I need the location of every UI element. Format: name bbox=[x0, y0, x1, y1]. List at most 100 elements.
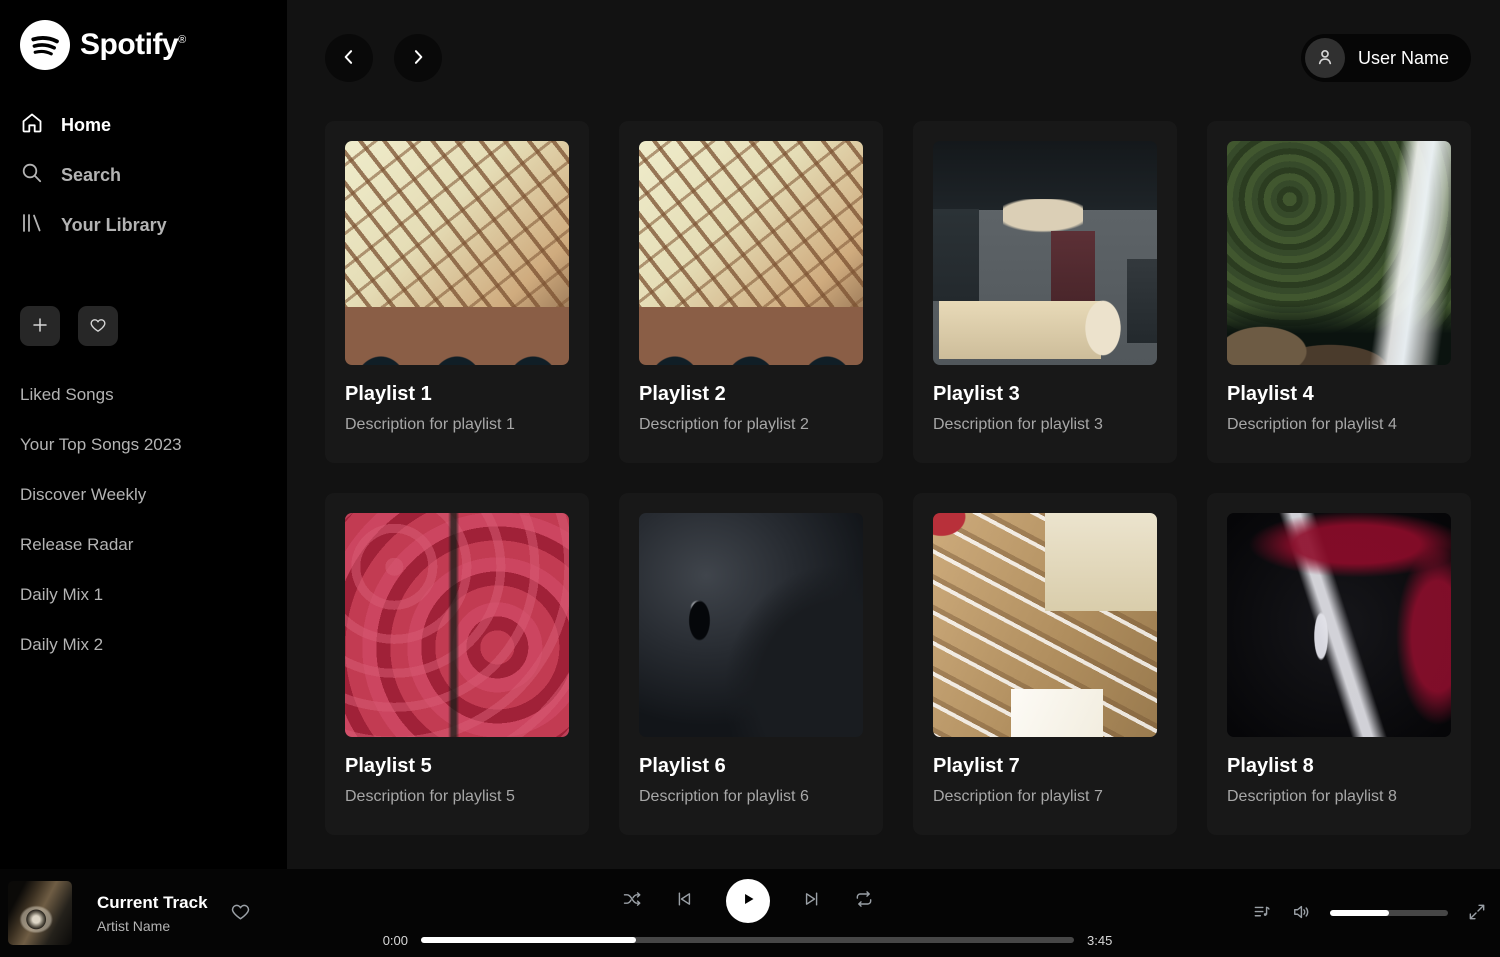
repeat-button[interactable] bbox=[854, 889, 874, 912]
play-icon bbox=[737, 888, 759, 913]
playlist-link-discover-weekly[interactable]: Discover Weekly bbox=[20, 470, 267, 520]
playlist-link-daily-mix-2[interactable]: Daily Mix 2 bbox=[20, 620, 267, 670]
track-meta: Current Track Artist Name bbox=[97, 893, 208, 934]
playlist-description: Description for playlist 8 bbox=[1227, 788, 1451, 806]
sidebar: Spotify® Home Search Your Library bbox=[0, 0, 287, 869]
next-track-button[interactable] bbox=[802, 889, 822, 912]
registered-mark: ® bbox=[178, 34, 186, 46]
total-time: 3:45 bbox=[1087, 933, 1123, 948]
progress-bar[interactable] bbox=[421, 937, 1074, 943]
playlist-grid: Playlist 1 Description for playlist 1 Pl… bbox=[325, 121, 1471, 835]
playlist-title: Playlist 6 bbox=[639, 755, 863, 778]
liked-songs-button[interactable] bbox=[78, 306, 118, 346]
playlist-title: Playlist 3 bbox=[933, 383, 1157, 406]
back-button[interactable] bbox=[325, 34, 373, 82]
forward-button[interactable] bbox=[394, 34, 442, 82]
volume-icon bbox=[1291, 902, 1311, 925]
track-artist: Artist Name bbox=[97, 918, 208, 934]
playlist-card-4[interactable]: Playlist 4 Description for playlist 4 bbox=[1207, 121, 1471, 463]
fullscreen-icon bbox=[1467, 902, 1487, 925]
home-icon bbox=[20, 111, 44, 140]
heart-icon bbox=[230, 910, 251, 925]
sidebar-item-home[interactable]: Home bbox=[20, 100, 267, 150]
user-name-label: User Name bbox=[1358, 48, 1449, 69]
volume-slider[interactable] bbox=[1330, 910, 1448, 916]
chevron-left-icon bbox=[339, 47, 359, 70]
queue-icon bbox=[1252, 902, 1272, 925]
playlist-card-1[interactable]: Playlist 1 Description for playlist 1 bbox=[325, 121, 589, 463]
volume-button[interactable] bbox=[1291, 902, 1311, 925]
playlist-description: Description for playlist 5 bbox=[345, 788, 569, 806]
history-nav bbox=[325, 34, 442, 82]
playlist-cover-art bbox=[345, 141, 569, 365]
playlist-card-8[interactable]: Playlist 8 Description for playlist 8 bbox=[1207, 493, 1471, 835]
main-content: User Name Playlist 1 Description for pla… bbox=[287, 0, 1500, 869]
sidebar-actions bbox=[20, 306, 267, 346]
create-playlist-button[interactable] bbox=[20, 306, 60, 346]
playlist-cover-art bbox=[639, 513, 863, 737]
playlist-cover-art bbox=[933, 513, 1157, 737]
playlist-title: Playlist 5 bbox=[345, 755, 569, 778]
sidebar-item-search[interactable]: Search bbox=[20, 150, 267, 200]
track-artwork bbox=[8, 881, 72, 945]
repeat-icon bbox=[854, 889, 874, 912]
player-right-controls bbox=[1157, 902, 1487, 925]
playlist-card-3[interactable]: Playlist 3 Description for playlist 3 bbox=[913, 121, 1177, 463]
volume-fill bbox=[1330, 910, 1389, 916]
playback-controls: 0:00 3:45 bbox=[372, 879, 1123, 948]
playlist-description: Description for playlist 7 bbox=[933, 788, 1157, 806]
library-icon bbox=[20, 211, 44, 240]
sidebar-nav: Home Search Your Library bbox=[20, 100, 267, 250]
previous-track-button[interactable] bbox=[674, 889, 694, 912]
playlist-card-5[interactable]: Playlist 5 Description for playlist 5 bbox=[325, 493, 589, 835]
queue-button[interactable] bbox=[1252, 902, 1272, 925]
chevron-right-icon bbox=[408, 47, 428, 70]
like-track-button[interactable] bbox=[230, 901, 251, 925]
avatar bbox=[1305, 38, 1345, 78]
playlist-link-liked-songs[interactable]: Liked Songs bbox=[20, 370, 267, 420]
fullscreen-button[interactable] bbox=[1467, 902, 1487, 925]
playlist-card-6[interactable]: Playlist 6 Description for playlist 6 bbox=[619, 493, 883, 835]
track-title: Current Track bbox=[97, 893, 208, 913]
sidebar-playlists: Liked Songs Your Top Songs 2023 Discover… bbox=[20, 370, 267, 670]
spotify-logo[interactable]: Spotify® bbox=[20, 20, 267, 70]
current-time: 0:00 bbox=[372, 933, 408, 948]
progress-fill bbox=[421, 937, 636, 943]
playlist-cover-art bbox=[639, 141, 863, 365]
playlist-title: Playlist 8 bbox=[1227, 755, 1451, 778]
playlist-cover-art bbox=[345, 513, 569, 737]
playlist-title: Playlist 7 bbox=[933, 755, 1157, 778]
play-button[interactable] bbox=[726, 879, 770, 923]
playlist-card-7[interactable]: Playlist 7 Description for playlist 7 bbox=[913, 493, 1177, 835]
playlist-title: Playlist 2 bbox=[639, 383, 863, 406]
player-bar: Current Track Artist Name bbox=[0, 869, 1500, 957]
playlist-card-2[interactable]: Playlist 2 Description for playlist 2 bbox=[619, 121, 883, 463]
playlist-description: Description for playlist 2 bbox=[639, 416, 863, 434]
sidebar-item-label: Your Library bbox=[61, 215, 167, 236]
sidebar-item-your-library[interactable]: Your Library bbox=[20, 200, 267, 250]
playlist-link-daily-mix-1[interactable]: Daily Mix 1 bbox=[20, 570, 267, 620]
user-menu-button[interactable]: User Name bbox=[1301, 34, 1471, 82]
app-window: Spotify® Home Search Your Library bbox=[0, 0, 1500, 869]
playlist-title: Playlist 1 bbox=[345, 383, 569, 406]
playlist-cover-art bbox=[1227, 141, 1451, 365]
next-icon bbox=[802, 889, 822, 912]
shuffle-icon bbox=[622, 889, 642, 912]
heart-icon bbox=[89, 316, 107, 337]
playlist-link-release-radar[interactable]: Release Radar bbox=[20, 520, 267, 570]
playlist-cover-art bbox=[1227, 513, 1451, 737]
plus-icon bbox=[31, 316, 49, 337]
playlist-description: Description for playlist 6 bbox=[639, 788, 863, 806]
topbar: User Name bbox=[325, 34, 1471, 82]
sidebar-item-label: Search bbox=[61, 165, 121, 186]
sidebar-item-label: Home bbox=[61, 115, 111, 136]
playlist-title: Playlist 4 bbox=[1227, 383, 1451, 406]
spotify-logo-icon bbox=[20, 20, 70, 70]
playlist-description: Description for playlist 4 bbox=[1227, 416, 1451, 434]
playlist-link-your-top-songs-2023[interactable]: Your Top Songs 2023 bbox=[20, 420, 267, 470]
now-playing: Current Track Artist Name bbox=[8, 881, 338, 945]
playlist-description: Description for playlist 3 bbox=[933, 416, 1157, 434]
shuffle-button[interactable] bbox=[622, 889, 642, 912]
person-icon bbox=[1314, 46, 1336, 71]
playlist-description: Description for playlist 1 bbox=[345, 416, 569, 434]
